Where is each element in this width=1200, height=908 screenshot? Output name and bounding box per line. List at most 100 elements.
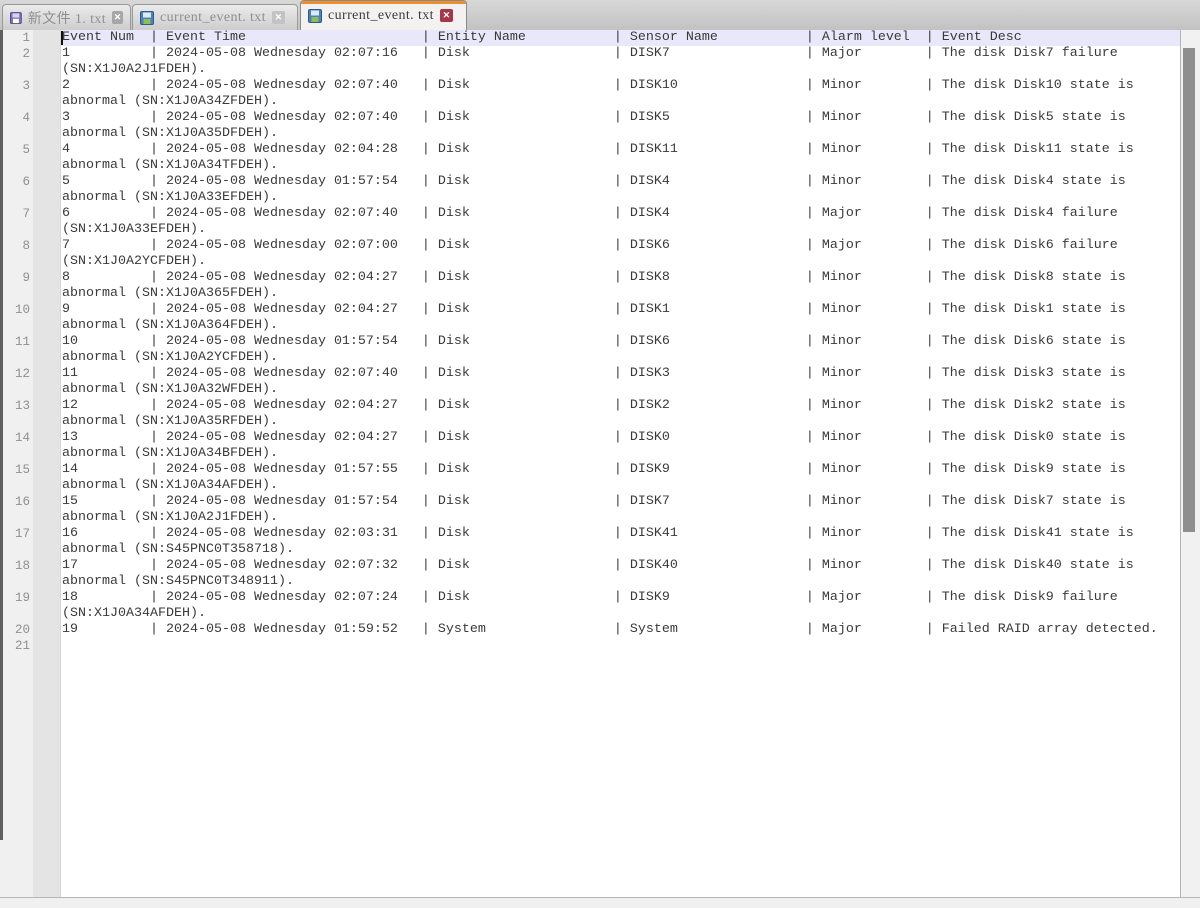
editor-line[interactable]: 13 | 2024-05-08 Wednesday 02:04:27 | Dis… xyxy=(61,430,1180,446)
line-number: 8 xyxy=(0,238,33,254)
editor-line[interactable]: 9 | 2024-05-08 Wednesday 02:04:27 | Disk… xyxy=(61,302,1180,318)
line-number xyxy=(0,94,33,110)
line-number xyxy=(0,350,33,366)
editor-line[interactable]: 8 | 2024-05-08 Wednesday 02:04:27 | Disk… xyxy=(61,270,1180,286)
tab-label: 新文件 1. txt xyxy=(28,8,106,28)
editor-line[interactable]: 4 | 2024-05-08 Wednesday 02:04:28 | Disk… xyxy=(61,142,1180,158)
line-number xyxy=(0,286,33,302)
tab-current-event-1[interactable]: current_event. txt ✕ xyxy=(132,4,298,30)
editor-line[interactable] xyxy=(61,638,1180,654)
floppy-disk-icon xyxy=(10,11,22,25)
editor-line[interactable]: 18 | 2024-05-08 Wednesday 02:07:24 | Dis… xyxy=(61,590,1180,606)
line-number xyxy=(0,414,33,430)
tab-close-icon[interactable]: ✕ xyxy=(272,11,285,24)
editor-line[interactable]: 15 | 2024-05-08 Wednesday 01:57:54 | Dis… xyxy=(61,494,1180,510)
editor-line[interactable]: abnormal (SN:S45PNC0T358718). xyxy=(61,542,1180,558)
line-number: 16 xyxy=(0,494,33,510)
line-number xyxy=(0,254,33,270)
line-number xyxy=(0,446,33,462)
floppy-disk-icon xyxy=(140,11,154,25)
line-number: 7 xyxy=(0,206,33,222)
line-number xyxy=(0,478,33,494)
editor-line[interactable]: abnormal (SN:X1J0A365FDEH). xyxy=(61,286,1180,302)
editor-line[interactable]: abnormal (SN:X1J0A32WFDEH). xyxy=(61,382,1180,398)
editor-line[interactable]: abnormal (SN:X1J0A34AFDEH). xyxy=(61,478,1180,494)
editor-line[interactable]: 3 | 2024-05-08 Wednesday 02:07:40 | Disk… xyxy=(61,110,1180,126)
line-number xyxy=(0,318,33,334)
editor-line[interactable]: 12 | 2024-05-08 Wednesday 02:04:27 | Dis… xyxy=(61,398,1180,414)
line-number: 13 xyxy=(0,398,33,414)
bottom-window-edge xyxy=(0,897,1200,908)
line-number: 9 xyxy=(0,270,33,286)
editor-line[interactable]: abnormal (SN:S45PNC0T348911). xyxy=(61,574,1180,590)
line-number xyxy=(0,574,33,590)
editor-line[interactable]: 10 | 2024-05-08 Wednesday 01:57:54 | Dis… xyxy=(61,334,1180,350)
line-number: 1 xyxy=(0,30,33,46)
line-number: 5 xyxy=(0,142,33,158)
line-number: 4 xyxy=(0,110,33,126)
line-number: 14 xyxy=(0,430,33,446)
editor-line[interactable]: abnormal (SN:X1J0A2J1FDEH). xyxy=(61,510,1180,526)
line-number: 6 xyxy=(0,174,33,190)
line-number: 3 xyxy=(0,78,33,94)
editor-line[interactable]: 2 | 2024-05-08 Wednesday 02:07:40 | Disk… xyxy=(61,78,1180,94)
editor-line[interactable]: abnormal (SN:X1J0A33EFDEH). xyxy=(61,190,1180,206)
tab-current-event-2-active[interactable]: current_event. txt ✕ xyxy=(300,0,467,30)
editor-line[interactable]: (SN:X1J0A2J1FDEH). xyxy=(61,62,1180,78)
editor-line[interactable]: 17 | 2024-05-08 Wednesday 02:07:32 | Dis… xyxy=(61,558,1180,574)
editor-line[interactable]: abnormal (SN:X1J0A34BFDEH). xyxy=(61,446,1180,462)
line-number xyxy=(0,62,33,78)
gutter-margin xyxy=(33,30,61,897)
editor-line[interactable]: abnormal (SN:X1J0A35RFDEH). xyxy=(61,414,1180,430)
tab-label: current_event. txt xyxy=(160,10,266,26)
text-caret xyxy=(61,31,63,45)
line-number xyxy=(0,190,33,206)
line-number xyxy=(0,382,33,398)
editor-area: 123456789101112131415161718192021 Event … xyxy=(0,30,1200,897)
line-number xyxy=(0,606,33,622)
line-number xyxy=(0,542,33,558)
editor-line[interactable]: (SN:X1J0A2YCFDEH). xyxy=(61,254,1180,270)
line-number xyxy=(0,158,33,174)
editor-line[interactable]: abnormal (SN:X1J0A2YCFDEH). xyxy=(61,350,1180,366)
line-number-gutter: 123456789101112131415161718192021 xyxy=(0,30,61,897)
tab-new-file[interactable]: 新文件 1. txt ✕ xyxy=(2,4,131,30)
line-number: 11 xyxy=(0,334,33,350)
tab-bar: 新文件 1. txt ✕ current_event. txt ✕ curren… xyxy=(0,0,1200,30)
editor-line[interactable]: abnormal (SN:X1J0A364FDEH). xyxy=(61,318,1180,334)
line-number: 19 xyxy=(0,590,33,606)
line-number xyxy=(0,510,33,526)
editor-line[interactable]: 6 | 2024-05-08 Wednesday 02:07:40 | Disk… xyxy=(61,206,1180,222)
left-window-edge xyxy=(0,30,3,840)
text-editor-window: 新文件 1. txt ✕ current_event. txt ✕ curren… xyxy=(0,0,1200,908)
editor-line[interactable]: 7 | 2024-05-08 Wednesday 02:07:00 | Disk… xyxy=(61,238,1180,254)
editor-line[interactable]: abnormal (SN:X1J0A35DFDEH). xyxy=(61,126,1180,142)
tab-label: current_event. txt xyxy=(328,8,434,24)
vertical-scrollbar[interactable] xyxy=(1180,30,1200,897)
line-number: 20 xyxy=(0,622,33,638)
editor-line[interactable]: 1 | 2024-05-08 Wednesday 02:07:16 | Disk… xyxy=(61,46,1180,62)
editor-line[interactable]: (SN:X1J0A33EFDEH). xyxy=(61,222,1180,238)
editor-line[interactable]: 14 | 2024-05-08 Wednesday 01:57:55 | Dis… xyxy=(61,462,1180,478)
editor-line-current[interactable]: Event Num | Event Time | Entity Name | S… xyxy=(61,30,1180,46)
line-number: 17 xyxy=(0,526,33,542)
editor-line[interactable]: 19 | 2024-05-08 Wednesday 01:59:52 | Sys… xyxy=(61,622,1180,638)
editor-line[interactable]: 16 | 2024-05-08 Wednesday 02:03:31 | Dis… xyxy=(61,526,1180,542)
line-number: 2 xyxy=(0,46,33,62)
editor-line[interactable]: abnormal (SN:X1J0A34TFDEH). xyxy=(61,158,1180,174)
line-number: 21 xyxy=(0,638,33,654)
editor-line[interactable]: abnormal (SN:X1J0A34ZFDEH). xyxy=(61,94,1180,110)
line-number: 18 xyxy=(0,558,33,574)
editor-line[interactable]: 11 | 2024-05-08 Wednesday 02:07:40 | Dis… xyxy=(61,366,1180,382)
scrollbar-thumb[interactable] xyxy=(1183,48,1195,532)
text-content[interactable]: Event Num | Event Time | Entity Name | S… xyxy=(61,30,1180,897)
line-number: 15 xyxy=(0,462,33,478)
tab-close-icon[interactable]: ✕ xyxy=(112,11,123,24)
editor-line[interactable]: (SN:X1J0A34AFDEH). xyxy=(61,606,1180,622)
line-number: 10 xyxy=(0,302,33,318)
line-number xyxy=(0,222,33,238)
floppy-disk-icon xyxy=(308,9,322,23)
line-number: 12 xyxy=(0,366,33,382)
editor-line[interactable]: 5 | 2024-05-08 Wednesday 01:57:54 | Disk… xyxy=(61,174,1180,190)
tab-close-icon[interactable]: ✕ xyxy=(440,9,453,22)
